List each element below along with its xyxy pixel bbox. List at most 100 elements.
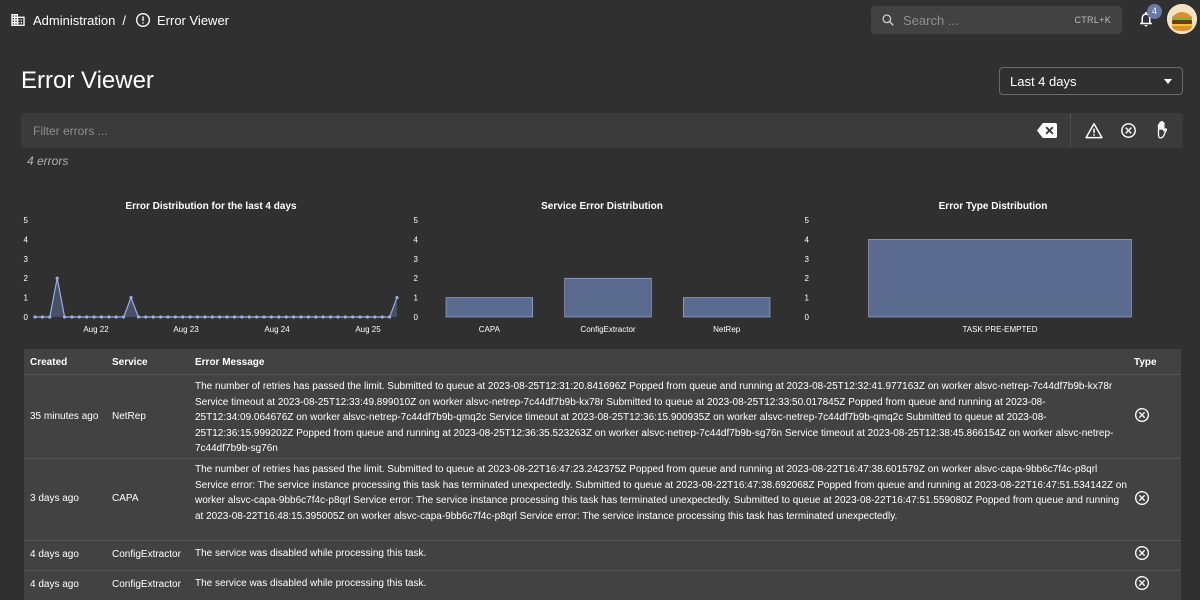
table-row[interactable]: 35 minutes ago NetRep The number of retr… (24, 374, 1181, 458)
chevron-down-icon (1164, 79, 1172, 84)
y-tick-label: 5 (24, 216, 29, 225)
timeline-point (321, 315, 325, 319)
bar (445, 297, 533, 318)
row-service: NetRep (112, 411, 146, 422)
time-range-value: Last 4 days (1010, 74, 1077, 89)
timeline-point (328, 315, 333, 319)
timeline-point (343, 315, 347, 319)
y-tick-label: 4 (24, 235, 29, 244)
cancel-circle-icon (1134, 575, 1150, 596)
notification-count-badge: 4 (1147, 4, 1162, 19)
backspace-icon[interactable] (1037, 122, 1057, 144)
row-created: 4 days ago (30, 579, 79, 590)
y-tick-label: 4 (414, 235, 419, 244)
hand-stop-icon[interactable] (1154, 120, 1172, 145)
errors-table: Created Service Error Message Type 35 mi… (24, 349, 1181, 600)
filter-bar: Filter errors ... (21, 113, 1183, 148)
timeline-point (277, 315, 281, 319)
timeline-point (395, 296, 399, 300)
warning-outline-icon[interactable] (1085, 122, 1103, 144)
cancel-circle-icon (1134, 407, 1150, 428)
search-shortcut: CTRL+K (1074, 15, 1111, 25)
timeline-point (195, 315, 200, 319)
column-header-service[interactable]: Service (112, 357, 148, 368)
bar (564, 277, 652, 318)
page-title: Error Viewer (21, 67, 154, 94)
timeline-point (240, 315, 244, 319)
row-error-message: The number of retries has passed the lim… (195, 464, 1127, 522)
timeline-point (107, 315, 111, 319)
breadcrumb-current-page: Error Viewer (157, 12, 230, 28)
table-row[interactable]: 3 days ago CAPA The number of retries ha… (24, 458, 1181, 540)
timeline-point (373, 315, 377, 319)
x-tick-label: Aug 25 (355, 325, 381, 334)
y-tick-label: 0 (805, 313, 810, 322)
timeline-point (203, 315, 207, 319)
timeline-point (225, 315, 229, 319)
column-header-error-message[interactable]: Error Message (195, 357, 264, 368)
table-row[interactable]: 4 days ago ConfigExtractor The service w… (24, 570, 1181, 600)
timeline-point (166, 315, 170, 319)
timeline-point (365, 315, 370, 319)
y-tick-label: 3 (414, 255, 419, 264)
timeline-point (232, 315, 237, 319)
search-icon (881, 13, 895, 32)
burger-avatar-image (1167, 4, 1197, 34)
y-tick-label: 3 (24, 255, 29, 264)
timeline-point (62, 315, 67, 319)
bar (683, 297, 771, 318)
charts-area: 0 1 2 3 4 5 Aug 22 Aug 23 Aug 24 Aug 25 0 1 2 3 4 5 CAPA… (24, 216, 1132, 334)
timeline-point (158, 315, 163, 319)
row-error-message: The service was disabled while processin… (195, 578, 427, 589)
timeline-point (151, 315, 155, 319)
timeline-point (255, 315, 259, 319)
timeline-point (144, 315, 148, 319)
row-error-message: The service was disabled while processin… (195, 548, 427, 559)
y-tick-label: 1 (24, 294, 29, 303)
x-tick-label: TASK PRE-EMPTED (963, 325, 1038, 334)
timeline-point (122, 315, 126, 319)
time-range-select[interactable]: Last 4 days (999, 67, 1183, 95)
global-search[interactable]: Search ... CTRL+K (871, 6, 1122, 34)
timeline-point (99, 315, 104, 319)
timeline-point (306, 315, 310, 319)
timeline-point (351, 315, 355, 319)
y-tick-label: 1 (805, 294, 810, 303)
search-placeholder: Search ... (903, 13, 959, 28)
column-header-type[interactable]: Type (1134, 357, 1157, 368)
timeline-point (77, 315, 81, 319)
top-bar: Administration / Error Viewer Search ...… (0, 0, 1200, 40)
timeline-point (210, 315, 214, 319)
row-created: 4 days ago (30, 549, 79, 560)
timeline-point (388, 315, 392, 319)
timeline-point (48, 315, 52, 319)
timeline-point (380, 315, 384, 319)
x-tick-label: CAPA (479, 325, 501, 334)
y-tick-label: 2 (24, 274, 29, 283)
timeline-point (55, 276, 59, 280)
timeline-point (269, 315, 274, 319)
y-tick-label: 4 (805, 235, 810, 244)
timeline-point (136, 315, 141, 319)
x-tick-label: Aug 24 (264, 325, 290, 334)
y-tick-label: 0 (24, 313, 29, 322)
column-header-created[interactable]: Created (30, 357, 67, 368)
timeline-point (218, 315, 222, 319)
cancel-circle-icon[interactable] (1120, 122, 1137, 144)
row-service: ConfigExtractor (112, 579, 181, 590)
y-tick-label: 3 (805, 255, 810, 264)
cancel-circle-icon (1134, 545, 1150, 566)
timeline-point (40, 315, 44, 319)
row-created: 3 days ago (30, 493, 79, 504)
timeline-point (33, 315, 37, 319)
timeline-point (114, 315, 118, 319)
timeline-point (299, 315, 303, 319)
timeline-point (247, 315, 251, 319)
timeline-point (129, 296, 133, 300)
y-tick-label: 2 (414, 274, 419, 283)
cancel-circle-icon (1134, 490, 1150, 511)
breadcrumb-administration[interactable]: Administration (33, 13, 115, 28)
filter-input[interactable]: Filter errors ... (33, 124, 108, 138)
table-row[interactable]: 4 days ago ConfigExtractor The service w… (24, 540, 1181, 570)
user-avatar[interactable] (1167, 4, 1197, 34)
